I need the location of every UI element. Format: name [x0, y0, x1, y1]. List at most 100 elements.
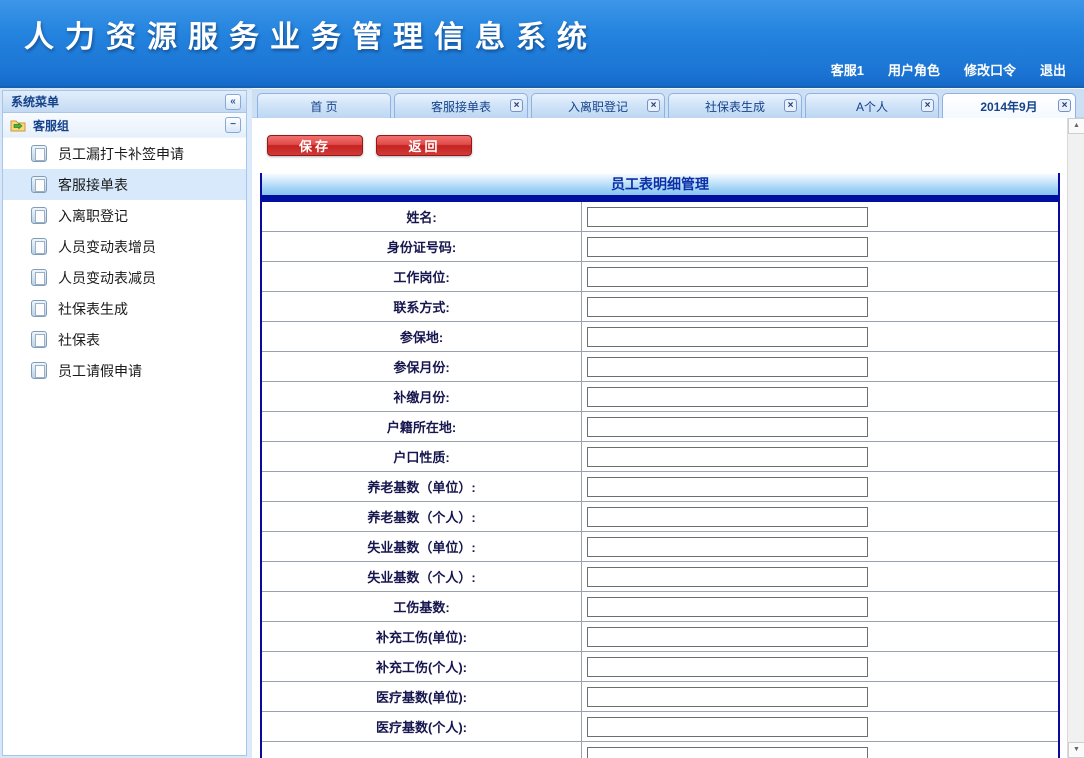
document-icon — [31, 145, 47, 162]
sidebar-item-label: 社保表生成 — [58, 299, 128, 319]
sidebar-item-social-insurance-generate[interactable]: 社保表生成 — [3, 293, 246, 324]
form-row: 失业基数（单位）: — [262, 532, 1058, 562]
household-location-input[interactable] — [587, 417, 868, 437]
pension-base-employer-input[interactable] — [587, 477, 868, 497]
tab-a-personal[interactable]: A个人 × — [805, 93, 939, 118]
job-position-input[interactable] — [587, 267, 868, 287]
sidebar-item-miss-punch-request[interactable]: 员工漏打卡补签申请 — [3, 138, 246, 169]
sidebar-item-label: 社保表 — [58, 330, 100, 350]
insured-month-input[interactable] — [587, 357, 868, 377]
tab-service-order[interactable]: 客服接单表 × — [394, 93, 528, 118]
sidebar-collapse-icon[interactable]: « — [225, 94, 241, 110]
sidebar-item-leave-request[interactable]: 员工请假申请 — [3, 355, 246, 386]
document-icon — [31, 269, 47, 286]
sidebar-item-staff-change-remove[interactable]: 人员变动表减员 — [3, 262, 246, 293]
tab-close-icon[interactable]: × — [647, 99, 660, 112]
field-label: 医疗基数(单位): — [376, 687, 467, 706]
form-row: 参保月份: — [262, 352, 1058, 382]
tab-social-insurance-generate[interactable]: 社保表生成 × — [668, 93, 802, 118]
folder-icon — [10, 118, 27, 132]
document-icon — [31, 238, 47, 255]
vertical-scrollbar[interactable]: ▲ ▼ — [1067, 118, 1084, 758]
form-row: 身份证号码: — [262, 232, 1058, 262]
sidebar-item-onboarding-register[interactable]: 入离职登记 — [3, 200, 246, 231]
tab-label: 客服接单表 — [431, 98, 491, 115]
sidebar-item-label: 客服接单表 — [58, 175, 128, 195]
tab-label: 2014年9月 — [980, 98, 1037, 115]
sidebar-item-staff-change-add[interactable]: 人员变动表增员 — [3, 231, 246, 262]
household-type-input[interactable] — [587, 447, 868, 467]
form-row: 医疗基数(个人): — [262, 712, 1058, 742]
save-button[interactable]: 保存 — [267, 135, 363, 156]
tab-close-icon[interactable]: × — [1058, 99, 1071, 112]
name-input[interactable] — [587, 207, 868, 227]
field-label: 户口性质: — [393, 447, 449, 466]
field-label: 参保地: — [400, 327, 443, 346]
next-field-input[interactable] — [587, 747, 868, 758]
id-number-input[interactable] — [587, 237, 868, 257]
document-icon — [31, 207, 47, 224]
field-label: 补充工伤(个人): — [376, 657, 467, 676]
tabbar: 首 页 客服接单表 × 入离职登记 × 社保表生成 × A个人 × 2014年9… — [252, 88, 1084, 118]
medical-base-employer-input[interactable] — [587, 687, 868, 707]
supplementary-injury-employer-input[interactable] — [587, 627, 868, 647]
sidebar-item-label: 员工漏打卡补签申请 — [58, 144, 184, 164]
tab-close-icon[interactable]: × — [510, 99, 523, 112]
field-label: 姓名: — [406, 207, 436, 226]
scroll-up-icon[interactable]: ▲ — [1068, 118, 1084, 134]
document-icon — [31, 300, 47, 317]
sidebar-item-service-order[interactable]: 客服接单表 — [3, 169, 246, 200]
form-row: 医疗基数(单位): — [262, 682, 1058, 712]
tab-label: 入离职登记 — [568, 98, 628, 115]
makeup-month-input[interactable] — [587, 387, 868, 407]
toolbar: 保存 返回 — [252, 118, 1084, 173]
sidebar: 系统菜单 « 客服组 − 员工漏打卡补签申请 客服接单表 入离职登记 人员变动表… — [2, 90, 247, 756]
sidebar-header: 系统菜单 « — [3, 91, 246, 113]
link-logout[interactable]: 退出 — [1040, 60, 1066, 79]
sidebar-group-customer-service[interactable]: 客服组 − — [3, 113, 246, 138]
field-label: 补充工伤(单位): — [376, 627, 467, 646]
field-label: 工伤基数: — [393, 597, 449, 616]
form-row: 姓名: — [262, 202, 1058, 232]
sidebar-title: 系统菜单 — [11, 93, 59, 110]
tab-onboarding-register[interactable]: 入离职登记 × — [531, 93, 665, 118]
field-label: 身份证号码: — [387, 237, 456, 256]
link-user-role[interactable]: 用户角色 — [888, 60, 940, 79]
scroll-down-icon[interactable]: ▼ — [1068, 742, 1084, 758]
tab-2014-09[interactable]: 2014年9月 × — [942, 93, 1076, 118]
document-icon — [31, 331, 47, 348]
group-collapse-icon[interactable]: − — [225, 117, 241, 133]
tab-close-icon[interactable]: × — [921, 99, 934, 112]
contact-input[interactable] — [587, 297, 868, 317]
tab-label: A个人 — [856, 98, 888, 115]
field-label: 失业基数（单位）: — [367, 537, 475, 556]
insured-place-input[interactable] — [587, 327, 868, 347]
supplementary-injury-personal-input[interactable] — [587, 657, 868, 677]
unemployment-base-employer-input[interactable] — [587, 537, 868, 557]
tab-home[interactable]: 首 页 — [257, 93, 391, 118]
app-header: 人力资源服务业务管理信息系统 客服1 用户角色 修改口令 退出 — [0, 0, 1084, 88]
form-row-partial — [262, 742, 1058, 758]
pension-base-personal-input[interactable] — [587, 507, 868, 527]
link-current-user[interactable]: 客服1 — [831, 60, 864, 79]
document-icon — [31, 362, 47, 379]
form-row: 工伤基数: — [262, 592, 1058, 622]
form-row: 失业基数（个人）: — [262, 562, 1058, 592]
link-change-password[interactable]: 修改口令 — [964, 60, 1016, 79]
unemployment-base-personal-input[interactable] — [587, 567, 868, 587]
field-label: 养老基数（个人）: — [367, 507, 475, 526]
form-title: 员工表明细管理 — [262, 173, 1058, 195]
medical-base-personal-input[interactable] — [587, 717, 868, 737]
form-row: 户口性质: — [262, 442, 1058, 472]
field-label: 参保月份: — [393, 357, 449, 376]
field-label: 失业基数（个人）: — [367, 567, 475, 586]
injury-base-input[interactable] — [587, 597, 868, 617]
form-title-divider — [262, 195, 1058, 202]
document-icon — [31, 176, 47, 193]
tab-close-icon[interactable]: × — [784, 99, 797, 112]
field-label: 工作岗位: — [393, 267, 449, 286]
header-links: 客服1 用户角色 修改口令 退出 — [831, 60, 1066, 79]
back-button[interactable]: 返回 — [376, 135, 472, 156]
sidebar-item-label: 人员变动表增员 — [58, 237, 156, 257]
sidebar-item-social-insurance-table[interactable]: 社保表 — [3, 324, 246, 355]
